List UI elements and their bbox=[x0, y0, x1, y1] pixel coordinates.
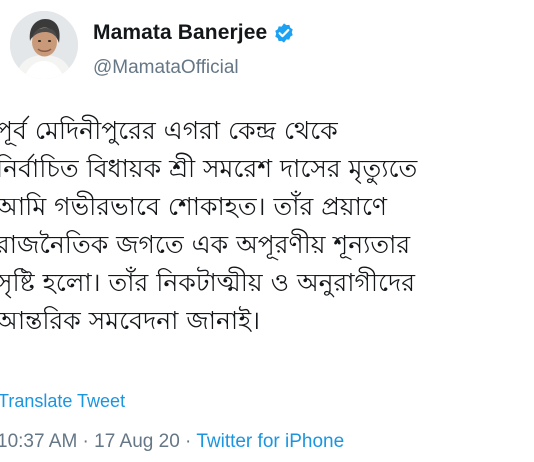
tweet-text-line: পূর্ব মেদিনীপুরের এগরা কেন্দ্র থেকে bbox=[0, 116, 338, 145]
translate-tweet-link[interactable]: Translate Tweet bbox=[0, 391, 125, 412]
tweet-card: Mamata Banerjee @MamataOfficial পূর্ব মে… bbox=[0, 0, 534, 462]
name-row: Mamata Banerjee bbox=[93, 19, 295, 47]
tweet-text-line: আমি গভীরভাবে শোকাহত। তাঁর প্রয়াণে bbox=[0, 192, 388, 221]
tweet-metadata: 10:37 AM · 17 Aug 20 · Twitter for iPhon… bbox=[0, 431, 344, 453]
tweet-date[interactable]: 17 Aug 20 bbox=[94, 431, 180, 452]
tweet-text-line: রাজনৈতিক জগতে এক অপূরণীয় শূন্যতার bbox=[0, 230, 411, 259]
tweet-text: পূর্ব মেদিনীপুরের এগরা কেন্দ্র থেকে নির্… bbox=[0, 112, 534, 340]
tweet-text-line: আন্তরিক সমবেদনা জানাই। bbox=[0, 306, 261, 335]
verified-badge-icon bbox=[273, 22, 295, 44]
meta-separator: · bbox=[179, 431, 197, 452]
avatar-portrait-icon bbox=[10, 11, 78, 79]
tweet-time[interactable]: 10:37 AM bbox=[0, 431, 77, 452]
display-name[interactable]: Mamata Banerjee bbox=[93, 21, 267, 45]
tweet-text-line: সৃষ্টি হলো। তাঁর নিকটাত্মীয় ও অনুরাগীদে… bbox=[0, 268, 415, 297]
tweet-source-link[interactable]: Twitter for iPhone bbox=[196, 431, 344, 452]
tweet-text-line: নির্বাচিত বিধায়ক শ্রী সমরেশ দাসের মৃত্য… bbox=[0, 154, 418, 183]
meta-separator: · bbox=[77, 431, 95, 452]
avatar[interactable] bbox=[10, 11, 78, 79]
user-handle[interactable]: @MamataOfficial bbox=[93, 57, 239, 79]
